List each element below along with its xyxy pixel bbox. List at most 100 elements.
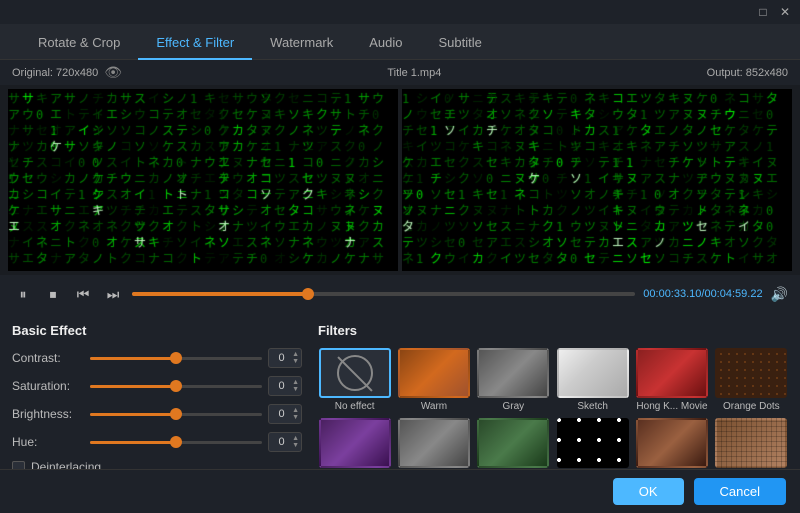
saturation-arrows[interactable]: ▲ ▼ xyxy=(292,379,299,393)
contrast-slider[interactable] xyxy=(90,351,262,365)
filter-thumb-purple xyxy=(319,418,391,468)
filter-thumb-plain xyxy=(398,418,470,468)
hue-row: Hue: 0 ▲ ▼ xyxy=(12,432,302,452)
tab-effect-filter[interactable]: Effect & Filter xyxy=(138,27,252,60)
hue-up[interactable]: ▲ xyxy=(292,435,299,442)
filter-label-orangedots: Orange Dots xyxy=(723,401,780,412)
ok-button[interactable]: OK xyxy=(613,478,684,505)
playback-controls: ⏸ ⏹ ⏮ ⏭ 00:00:33.10/00:04:59.22 🔊 xyxy=(0,275,800,313)
saturation-row: Saturation: 0 ▲ ▼ xyxy=(12,376,302,396)
brightness-value-box[interactable]: 0 ▲ ▼ xyxy=(268,404,302,424)
contrast-label: Contrast: xyxy=(12,351,84,365)
tab-rotate-crop[interactable]: Rotate & Crop xyxy=(20,27,138,60)
brightness-down[interactable]: ▼ xyxy=(292,414,299,421)
tab-bar: Rotate & Crop Effect & Filter Watermark … xyxy=(0,24,800,60)
saturation-value: 0 xyxy=(271,380,292,392)
prev-button[interactable]: ⏮ xyxy=(72,283,94,305)
no-effect-icon xyxy=(337,355,373,391)
filter-label-no-effect: No effect xyxy=(335,401,375,412)
hue-arrows[interactable]: ▲ ▼ xyxy=(292,435,299,449)
brightness-label: Brightness: xyxy=(12,407,84,421)
brightness-arrows[interactable]: ▲ ▼ xyxy=(292,407,299,421)
saturation-slider[interactable] xyxy=(90,379,262,393)
filter-label-hongk: Hong K... Movie xyxy=(636,401,707,412)
contrast-knob[interactable] xyxy=(170,352,182,364)
volume-icon[interactable]: 🔊 xyxy=(771,286,788,303)
output-preview xyxy=(402,89,792,271)
hue-slider[interactable] xyxy=(90,435,262,449)
output-preview-canvas xyxy=(402,89,792,271)
tab-audio[interactable]: Audio xyxy=(351,27,420,60)
filter-thumb-orangedots xyxy=(715,348,787,398)
contrast-row: Contrast: 0 ▲ ▼ xyxy=(12,348,302,368)
stop-button[interactable]: ⏹ xyxy=(42,283,64,305)
filter-hongk-movie[interactable]: Hong K... Movie xyxy=(635,348,708,412)
minimize-button[interactable]: □ xyxy=(756,5,770,19)
hue-value: 0 xyxy=(271,436,292,448)
filter-thumb-no-effect xyxy=(319,348,391,398)
filter-thumb-warm xyxy=(398,348,470,398)
filters-title: Filters xyxy=(318,323,788,338)
contrast-fill xyxy=(90,357,176,360)
filter-thumb-hongk xyxy=(636,348,708,398)
tab-subtitle[interactable]: Subtitle xyxy=(421,27,500,60)
eye-icon[interactable]: 👁 xyxy=(104,64,122,81)
footer: OK Cancel xyxy=(0,469,800,513)
pause-button[interactable]: ⏸ xyxy=(12,283,34,305)
hue-value-box[interactable]: 0 ▲ ▼ xyxy=(268,432,302,452)
filter-gray[interactable]: Gray xyxy=(477,348,550,412)
contrast-down[interactable]: ▼ xyxy=(292,358,299,365)
saturation-knob[interactable] xyxy=(170,380,182,392)
original-info: Original: 720x480 👁 xyxy=(12,64,122,81)
close-button[interactable]: ✕ xyxy=(778,5,792,19)
brightness-up[interactable]: ▲ xyxy=(292,407,299,414)
filter-thumb-gray xyxy=(477,348,549,398)
filter-thumb-stars xyxy=(557,418,629,468)
progress-bar[interactable] xyxy=(132,292,635,296)
original-resolution: Original: 720x480 xyxy=(12,67,98,79)
filter-thumb-coordinates xyxy=(477,418,549,468)
filter-sketch[interactable]: Sketch xyxy=(556,348,629,412)
contrast-value-box[interactable]: 0 ▲ ▼ xyxy=(268,348,302,368)
app-window: □ ✕ Rotate & Crop Effect & Filter Waterm… xyxy=(0,0,800,513)
next-button[interactable]: ⏭ xyxy=(102,283,124,305)
saturation-value-box[interactable]: 0 ▲ ▼ xyxy=(268,376,302,396)
filter-orange-dots[interactable]: Orange Dots xyxy=(715,348,788,412)
filter-no-effect[interactable]: No effect xyxy=(318,348,391,412)
effect-panel-title: Basic Effect xyxy=(12,323,302,338)
original-preview-canvas xyxy=(8,89,398,271)
filter-label-sketch: Sketch xyxy=(577,401,608,412)
saturation-up[interactable]: ▲ xyxy=(292,379,299,386)
title-bar: □ ✕ xyxy=(0,0,800,24)
progress-knob[interactable] xyxy=(302,288,314,300)
saturation-down[interactable]: ▼ xyxy=(292,386,299,393)
filter-thumb-sketch xyxy=(557,348,629,398)
contrast-value: 0 xyxy=(271,352,292,364)
filter-thumb-modern xyxy=(636,418,708,468)
filter-label-gray: Gray xyxy=(502,401,524,412)
tab-watermark[interactable]: Watermark xyxy=(252,27,351,60)
progress-fill xyxy=(132,292,308,296)
filter-warm[interactable]: Warm xyxy=(397,348,470,412)
saturation-fill xyxy=(90,385,176,388)
output-resolution: Output: 852x480 xyxy=(707,67,788,79)
hue-fill xyxy=(90,441,176,444)
hue-down[interactable]: ▼ xyxy=(292,442,299,449)
hue-knob[interactable] xyxy=(170,436,182,448)
brightness-fill xyxy=(90,413,176,416)
video-info-bar: Original: 720x480 👁 Title 1.mp4 Output: … xyxy=(0,60,800,85)
cancel-button[interactable]: Cancel xyxy=(694,478,786,505)
saturation-label: Saturation: xyxy=(12,379,84,393)
video-preview-area xyxy=(0,85,800,275)
filter-thumb-pixelate xyxy=(715,418,787,468)
time-display: 00:00:33.10/00:04:59.22 xyxy=(643,288,762,300)
brightness-value: 0 xyxy=(271,408,292,420)
brightness-knob[interactable] xyxy=(170,408,182,420)
brightness-slider[interactable] xyxy=(90,407,262,421)
contrast-arrows[interactable]: ▲ ▼ xyxy=(292,351,299,365)
original-preview xyxy=(8,89,398,271)
contrast-up[interactable]: ▲ xyxy=(292,351,299,358)
video-title: Title 1.mp4 xyxy=(387,67,441,79)
filter-label-warm: Warm xyxy=(421,401,447,412)
hue-label: Hue: xyxy=(12,435,84,449)
